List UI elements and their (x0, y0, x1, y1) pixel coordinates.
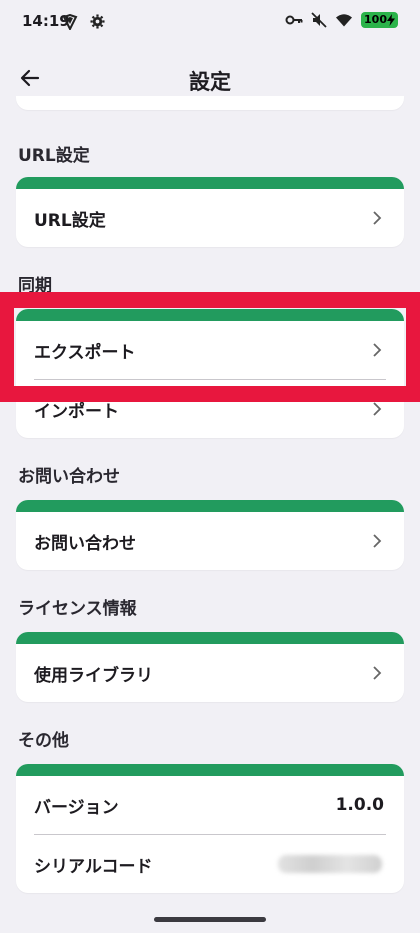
section-label-other: その他 (18, 731, 69, 751)
gear-icon (90, 14, 105, 29)
card-accent (16, 309, 404, 321)
key-icon (285, 15, 303, 25)
charging-icon (387, 14, 395, 26)
wifi-icon (336, 14, 353, 27)
libraries-row[interactable]: 使用ライブラリ (16, 644, 404, 702)
section-label-contact: お問い合わせ (18, 467, 120, 487)
export-row[interactable]: エクスポート (16, 321, 404, 379)
import-row[interactable]: インポート (16, 380, 404, 438)
mute-icon (311, 12, 327, 28)
chevron-right-icon (373, 402, 382, 416)
card-contact: お問い合わせ (16, 500, 404, 570)
card-sync: エクスポート インポート (16, 309, 404, 438)
version-value: 1.0.0 (335, 795, 384, 815)
section-label-sync: 同期 (18, 276, 52, 296)
chevron-right-icon (373, 534, 382, 548)
chevron-right-icon (373, 666, 382, 680)
import-label: インポート (34, 401, 119, 422)
version-row: バージョン 1.0.0 (16, 776, 404, 834)
card-other: バージョン 1.0.0 シリアルコード (16, 764, 404, 893)
card-license: 使用ライブラリ (16, 632, 404, 702)
contact-label: お問い合わせ (34, 533, 136, 554)
url-settings-row[interactable]: URL設定 (16, 189, 404, 247)
serial-code-row: シリアルコード (16, 835, 404, 893)
chevron-right-icon (373, 343, 382, 357)
page-title: 設定 (189, 70, 231, 94)
card-accent (16, 177, 404, 189)
url-settings-label: URL設定 (34, 210, 106, 231)
contact-row[interactable]: お問い合わせ (16, 512, 404, 570)
status-bar: 14:19 100 (0, 0, 420, 44)
card-accent (16, 764, 404, 776)
chevron-right-icon (373, 211, 382, 225)
libraries-label: 使用ライブラリ (34, 665, 153, 686)
card-accent (16, 500, 404, 512)
serial-code-label: シリアルコード (34, 856, 153, 877)
version-label: バージョン (34, 797, 119, 818)
battery-indicator: 100 (361, 12, 398, 28)
section-label-license: ライセンス情報 (18, 599, 137, 619)
status-left-icons (62, 14, 105, 30)
card-previous (16, 96, 404, 110)
serial-code-value-redacted (278, 855, 382, 873)
status-right-icons: 100 (285, 12, 398, 28)
section-label-url: URL設定 (18, 146, 90, 166)
home-indicator[interactable] (154, 917, 266, 922)
shield-icon (62, 14, 78, 30)
export-label: エクスポート (34, 342, 136, 363)
battery-level: 100 (364, 13, 387, 26)
card-accent (16, 632, 404, 644)
card-url: URL設定 (16, 177, 404, 247)
